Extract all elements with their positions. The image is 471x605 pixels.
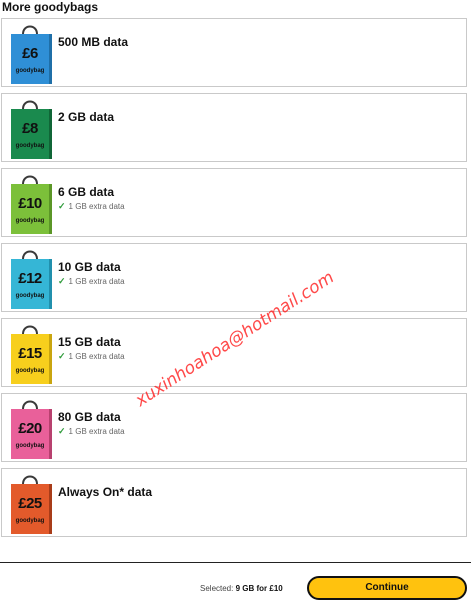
goodybag-card-12[interactable]: £12 goodybag 10 GB data ✓ 1 GB extra dat… bbox=[1, 243, 467, 312]
goodybag-card-25[interactable]: £25 goodybag Always On* data bbox=[1, 468, 467, 537]
bag-label: goodybag bbox=[15, 518, 45, 524]
extra-data-text: 1 GB extra data bbox=[68, 277, 125, 286]
card-title: 15 GB data bbox=[58, 335, 121, 349]
card-title: 10 GB data bbox=[58, 260, 121, 274]
card-title: 6 GB data bbox=[58, 185, 115, 199]
goodybag-bag-icon: £8 goodybag bbox=[11, 97, 52, 160]
bag-label: goodybag bbox=[15, 293, 45, 299]
bag-price: £12 bbox=[18, 270, 42, 287]
card-title: 2 GB data bbox=[58, 110, 115, 124]
section-heading: More goodybags bbox=[2, 0, 99, 14]
selection-summary: Selected: 9 GB for £10 bbox=[200, 584, 283, 593]
bag-price: £15 bbox=[18, 345, 42, 362]
bag-price: £25 bbox=[18, 495, 42, 512]
bag-price: £8 bbox=[22, 120, 38, 137]
goodybag-bag-icon: £12 goodybag bbox=[11, 247, 52, 310]
extra-data-text: 1 GB extra data bbox=[68, 427, 125, 436]
bag-price: £20 bbox=[18, 420, 42, 437]
extra-data-note: ✓ 1 GB extra data bbox=[58, 351, 125, 362]
goodybag-bag-icon: £6 goodybag bbox=[11, 22, 52, 85]
check-icon: ✓ bbox=[58, 276, 66, 286]
check-icon: ✓ bbox=[58, 351, 66, 361]
goodybag-bag-icon: £10 goodybag bbox=[11, 172, 52, 235]
bag-label: goodybag bbox=[15, 368, 45, 374]
bag-label: goodybag bbox=[15, 443, 45, 449]
goodybag-card-6[interactable]: £6 goodybag 500 MB data bbox=[1, 18, 467, 87]
bag-price: £10 bbox=[18, 195, 42, 212]
extra-data-text: 1 GB extra data bbox=[68, 352, 125, 361]
card-title: 80 GB data bbox=[58, 410, 121, 424]
bag-price: £6 bbox=[22, 45, 38, 62]
goodybag-bag-icon: £20 goodybag bbox=[11, 397, 52, 460]
card-title: Always On* data bbox=[58, 485, 153, 499]
bag-label: goodybag bbox=[15, 218, 45, 224]
card-title: 500 MB data bbox=[58, 35, 129, 49]
selection-value: 9 GB for £10 bbox=[235, 584, 283, 593]
continue-button[interactable]: Continue bbox=[307, 576, 467, 600]
check-icon: ✓ bbox=[58, 201, 66, 211]
check-icon: ✓ bbox=[58, 426, 66, 436]
goodybag-list: £6 goodybag 500 MB data £8 goodybag 2 GB… bbox=[1, 18, 467, 543]
extra-data-note: ✓ 1 GB extra data bbox=[58, 426, 125, 437]
goodybag-card-20[interactable]: £20 goodybag 80 GB data ✓ 1 GB extra dat… bbox=[1, 393, 467, 462]
goodybag-bag-icon: £25 goodybag bbox=[11, 472, 52, 535]
footer-divider bbox=[0, 562, 471, 563]
bag-label: goodybag bbox=[15, 68, 45, 74]
bag-label: goodybag bbox=[15, 143, 45, 149]
selection-prefix: Selected: bbox=[200, 584, 234, 593]
goodybag-bag-icon: £15 goodybag bbox=[11, 322, 52, 385]
extra-data-text: 1 GB extra data bbox=[68, 202, 125, 211]
extra-data-note: ✓ 1 GB extra data bbox=[58, 201, 125, 212]
extra-data-note: ✓ 1 GB extra data bbox=[58, 276, 125, 287]
goodybag-card-8[interactable]: £8 goodybag 2 GB data bbox=[1, 93, 467, 162]
